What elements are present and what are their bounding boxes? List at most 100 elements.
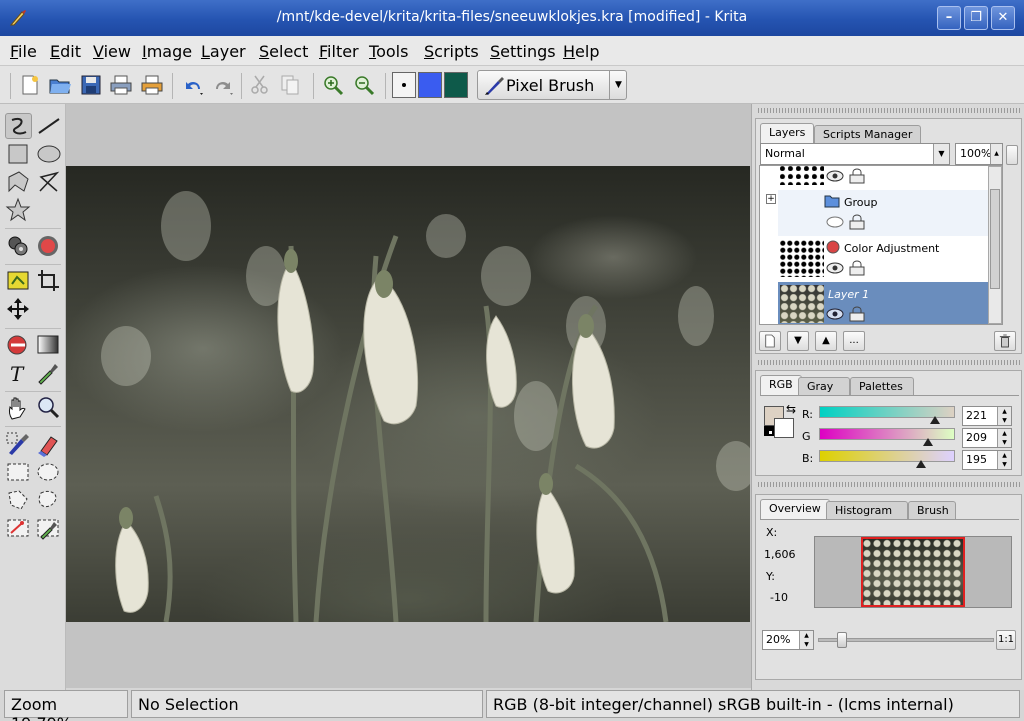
minimize-button[interactable]: – — [937, 6, 961, 30]
zoom-in-icon[interactable] — [321, 74, 345, 96]
redo-icon[interactable] — [211, 74, 235, 96]
visibility-eye-icon[interactable] — [826, 170, 844, 182]
visibility-eye-icon[interactable] — [826, 308, 844, 320]
green-slider-track[interactable] — [819, 428, 955, 440]
tab-gray[interactable]: Gray — [798, 377, 850, 395]
blue-slider-track[interactable] — [819, 450, 955, 462]
tab-histogram[interactable]: Histogram — [826, 501, 908, 519]
blue-slider-thumb[interactable] — [916, 460, 926, 468]
menu-layer[interactable]: Layer — [201, 42, 246, 61]
opacity-dropdown-button[interactable] — [1006, 145, 1018, 165]
text-tool[interactable]: T — [5, 360, 32, 386]
overview-zoom-spinbox[interactable]: 20% ▲ ▼ — [762, 630, 814, 650]
tab-palettes[interactable]: Palettes — [850, 377, 914, 395]
tab-brush[interactable]: Brush — [908, 501, 956, 519]
brush-shape-selector[interactable] — [392, 72, 416, 98]
foreground-color-swatch[interactable] — [418, 72, 442, 98]
open-folder-icon[interactable] — [48, 74, 72, 96]
opacity-spinbox[interactable]: 100% ▲ — [955, 143, 1003, 165]
move-layer-up-button[interactable]: ▲ — [815, 331, 837, 351]
menu-image[interactable]: Image — [142, 42, 192, 61]
gradient-tool[interactable] — [5, 332, 32, 358]
scrollbar-thumb[interactable] — [990, 189, 1000, 289]
polygon-tool[interactable] — [5, 169, 32, 195]
print-preview-icon[interactable] — [140, 74, 164, 96]
menu-settings[interactable]: Settings — [490, 42, 556, 61]
menu-filter[interactable]: Filter — [319, 42, 359, 61]
menu-select[interactable]: Select — [259, 42, 308, 61]
expand-group-icon[interactable]: + — [766, 194, 776, 204]
blue-spinbox[interactable]: 195 ▲ ▼ — [962, 450, 1012, 470]
close-button[interactable]: ✕ — [991, 6, 1015, 30]
tab-overview[interactable]: Overview — [760, 499, 830, 519]
new-layer-button[interactable] — [759, 331, 781, 351]
background-pattern-swatch[interactable] — [444, 72, 468, 98]
color-fill-tool[interactable] — [35, 233, 62, 259]
layer-row-group[interactable]: Group — [778, 190, 999, 236]
layer-properties-button[interactable]: ... — [843, 331, 865, 351]
save-icon[interactable] — [79, 74, 103, 96]
polygon-select-tool[interactable] — [5, 487, 32, 513]
overview-thumbnail-frame[interactable] — [814, 536, 1012, 608]
visibility-eye-icon[interactable] — [826, 262, 844, 274]
contiguous-select-tool[interactable] — [5, 515, 32, 541]
rectangle-tool[interactable] — [5, 141, 32, 167]
dock-grip[interactable] — [758, 482, 1020, 487]
crop-tool[interactable] — [35, 268, 62, 294]
menu-scripts[interactable]: Scripts — [424, 42, 479, 61]
freehand-brush-tool[interactable] — [5, 113, 32, 139]
overview-viewport-rectangle[interactable] — [861, 537, 965, 607]
fill-rectangle-tool[interactable] — [35, 332, 62, 358]
ellipse-tool[interactable] — [35, 141, 62, 167]
red-spinbox[interactable]: 221 ▲ ▼ — [962, 406, 1012, 426]
dock-grip[interactable] — [758, 360, 1020, 365]
tab-layers[interactable]: Layers — [760, 123, 815, 143]
reset-colors-icon[interactable] — [764, 426, 774, 436]
green-slider-thumb[interactable] — [923, 438, 933, 446]
maximize-button[interactable]: ❐ — [964, 6, 988, 30]
green-spinbox[interactable]: 209 ▲ ▼ — [962, 428, 1012, 448]
swap-colors-icon[interactable]: ⇆ — [786, 402, 796, 416]
brush-dropdown-arrow-icon[interactable]: ▼ — [609, 71, 627, 99]
canvas-area[interactable] — [66, 104, 751, 688]
layer-row-layer-1[interactable]: Layer 1 — [778, 282, 999, 324]
brush-selection-tool[interactable] — [5, 431, 32, 457]
menu-edit[interactable]: Edit — [50, 42, 81, 61]
move-layer-down-button[interactable]: ▼ — [787, 331, 809, 351]
layer-row-mask[interactable] — [778, 166, 999, 190]
duplicate-tool[interactable] — [5, 233, 32, 259]
menu-help[interactable]: Help — [563, 42, 599, 61]
star-tool[interactable] — [5, 197, 32, 223]
delete-layer-button[interactable] — [994, 331, 1016, 351]
cut-icon[interactable] — [248, 74, 272, 96]
lock-icon[interactable] — [848, 260, 866, 276]
snowdrops-photo[interactable] — [66, 166, 750, 622]
color-picker-tool[interactable] — [35, 360, 62, 386]
color-select-tool[interactable] — [35, 515, 62, 541]
move-tool[interactable] — [5, 296, 32, 322]
zoom-out-icon[interactable] — [352, 74, 376, 96]
ellipse-select-tool[interactable] — [35, 459, 62, 485]
brush-preset-button[interactable]: Pixel Brush ▼ — [477, 70, 627, 100]
layers-list[interactable]: + Group Color Adjustment Layer 1 — [759, 165, 1003, 325]
lock-icon[interactable] — [848, 214, 866, 230]
menu-tools[interactable]: Tools — [369, 42, 408, 61]
blend-mode-select[interactable]: Normal ▼ — [760, 143, 950, 165]
lock-icon[interactable] — [848, 168, 866, 184]
tab-rgb[interactable]: RGB — [760, 375, 802, 395]
transform-tool[interactable] — [5, 268, 32, 294]
polyline-tool[interactable] — [35, 169, 62, 195]
overview-zoom-slider-thumb[interactable] — [837, 632, 847, 648]
menu-file[interactable]: File — [10, 42, 37, 61]
zoom-tool[interactable] — [35, 395, 62, 421]
background-color-box[interactable] — [774, 418, 794, 438]
new-document-icon[interactable] — [18, 74, 42, 96]
dock-grip[interactable] — [758, 108, 1020, 113]
freehand-select-tool[interactable] — [35, 487, 62, 513]
red-slider-thumb[interactable] — [930, 416, 940, 424]
pan-tool[interactable] — [5, 395, 32, 421]
undo-icon[interactable] — [181, 74, 205, 96]
lock-icon[interactable] — [848, 306, 866, 322]
layer-row-color-adjustment[interactable]: Color Adjustment — [778, 236, 999, 282]
menu-view[interactable]: View — [93, 42, 131, 61]
